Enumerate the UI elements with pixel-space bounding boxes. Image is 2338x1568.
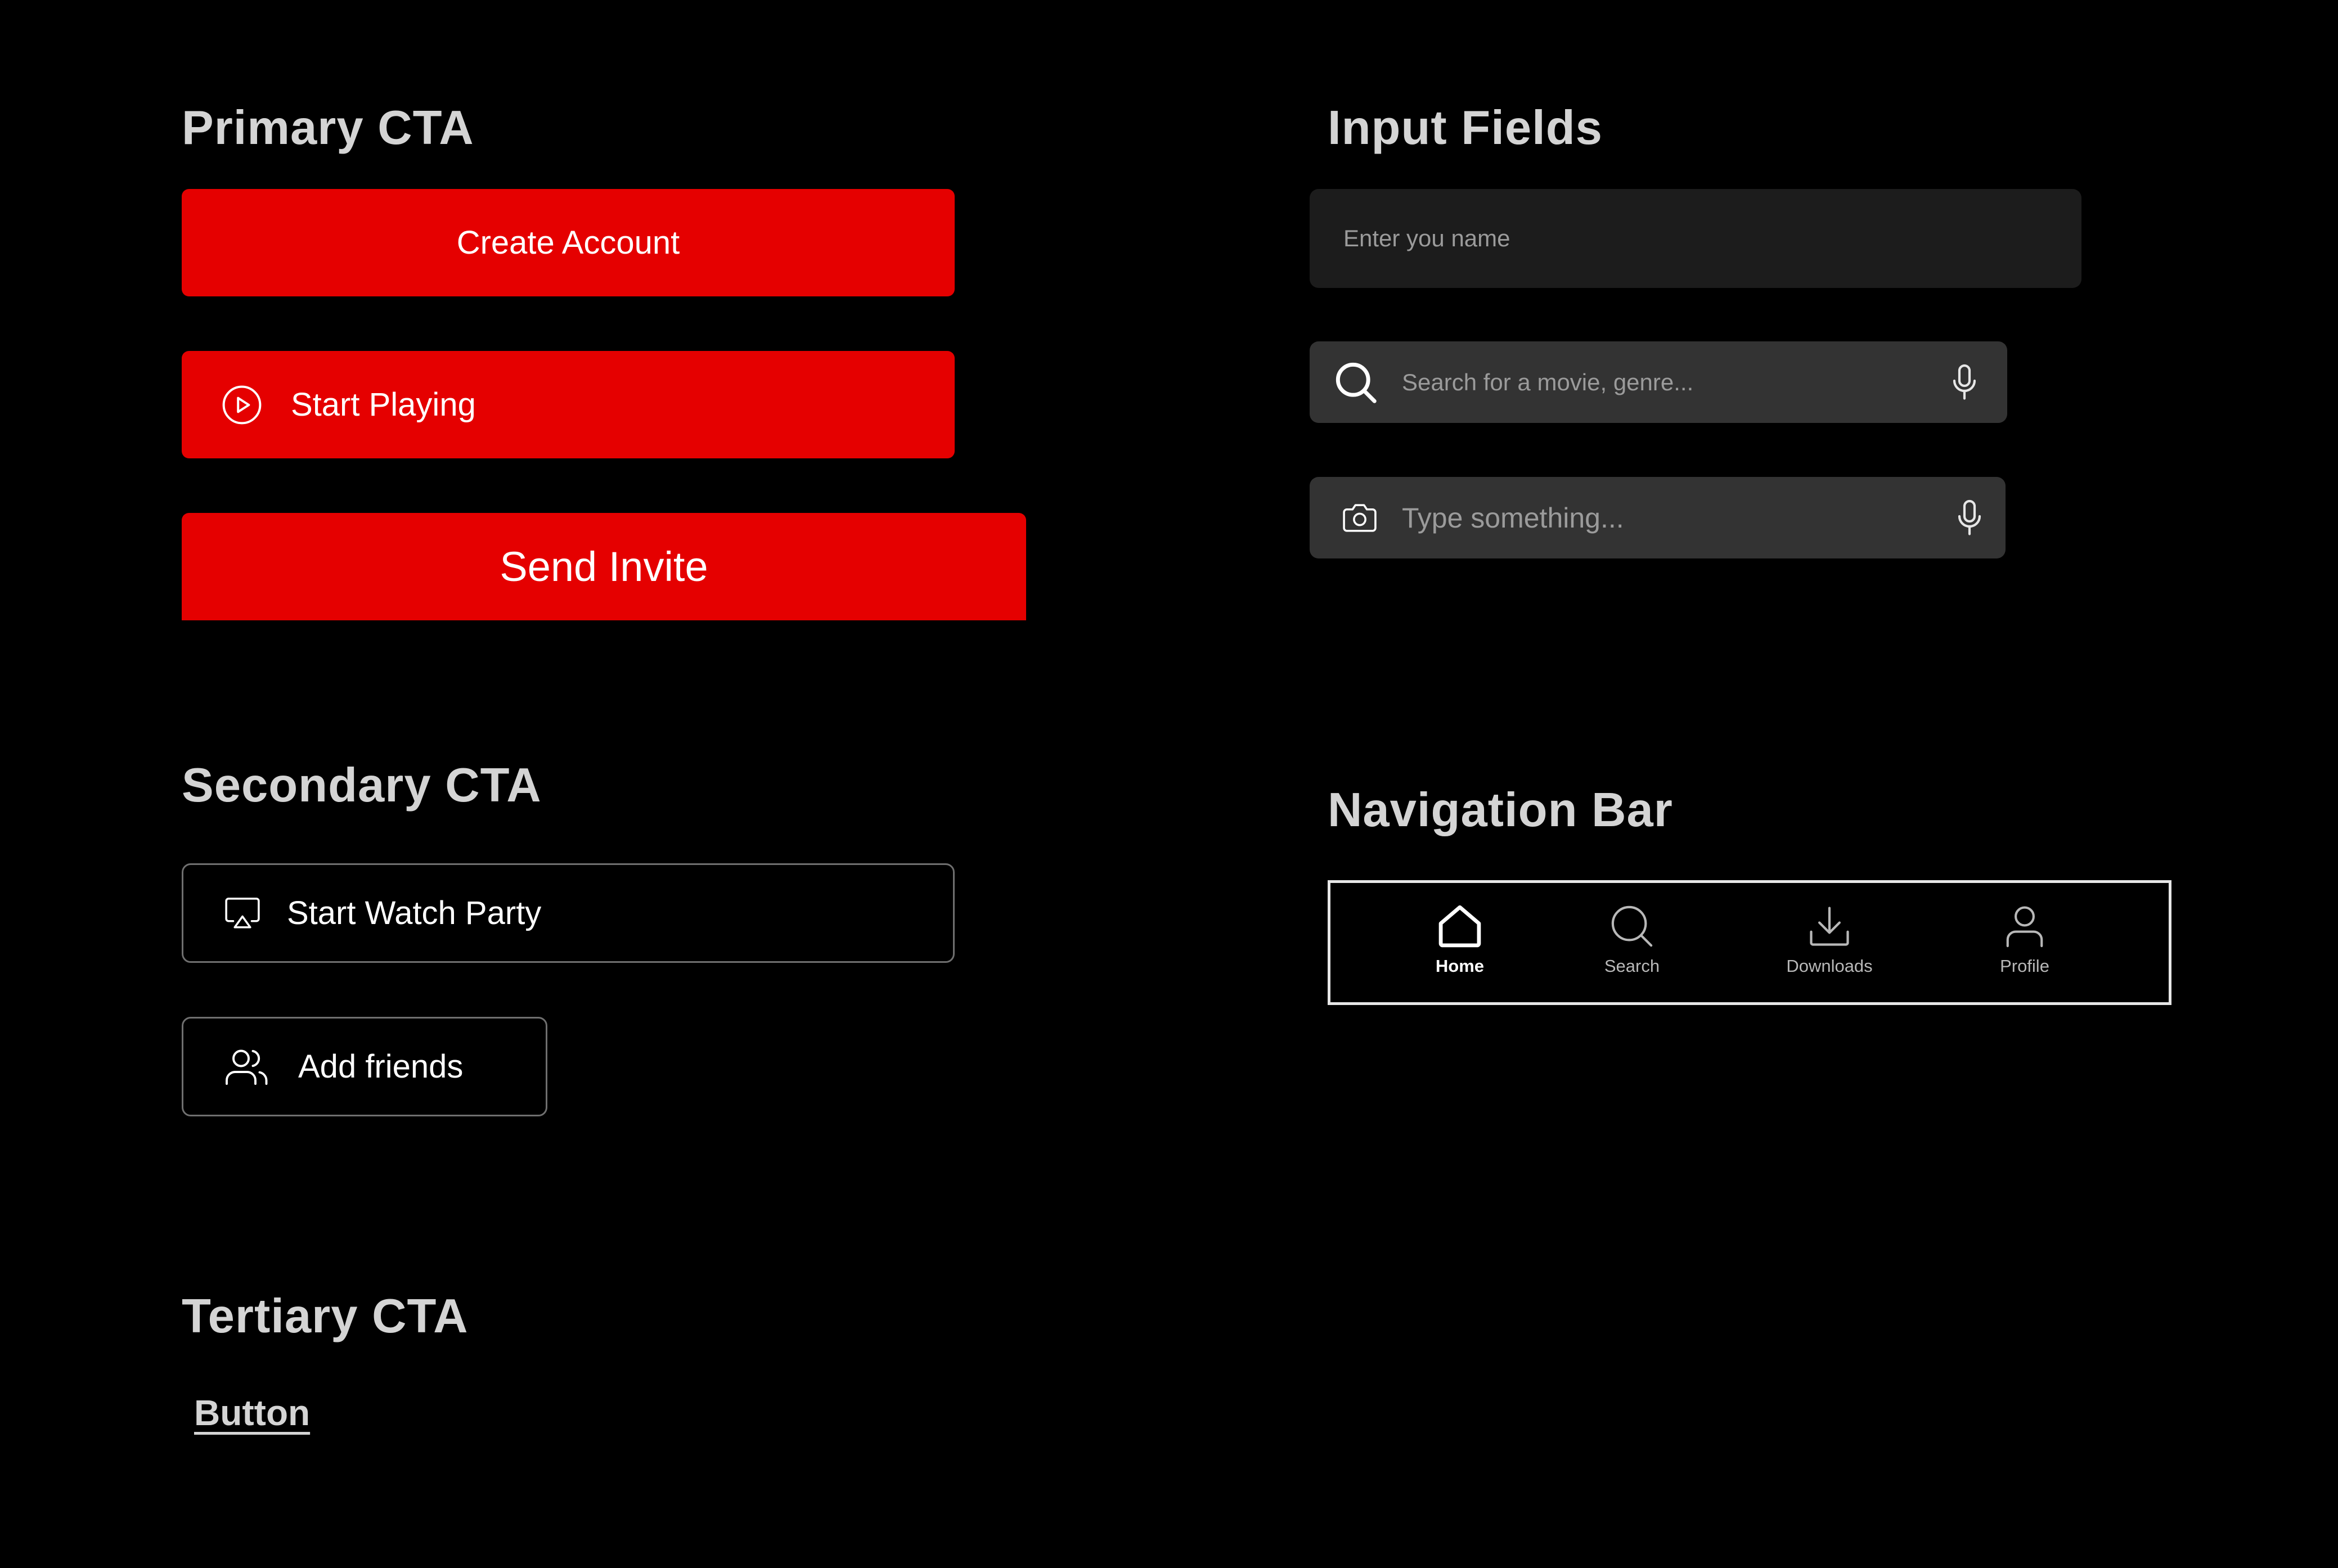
start-playing-label: Start Playing xyxy=(291,386,476,423)
add-friends-label: Add friends xyxy=(298,1048,464,1085)
search-icon xyxy=(1334,361,1377,404)
microphone-icon[interactable] xyxy=(1951,364,1978,401)
nav-label-profile: Profile xyxy=(2000,956,2049,976)
nav-item-home[interactable]: Home xyxy=(1418,904,1502,976)
cast-screen-icon xyxy=(224,896,261,931)
nav-label-home: Home xyxy=(1435,956,1485,976)
nav-label-downloads: Downloads xyxy=(1786,956,1873,976)
create-account-button[interactable]: Create Account xyxy=(182,189,955,296)
secondary-cta-title: Secondary CTA xyxy=(182,759,542,812)
camera-icon[interactable] xyxy=(1341,502,1378,534)
primary-cta-title: Primary CTA xyxy=(182,101,474,155)
nav-label-search: Search xyxy=(1604,956,1660,976)
home-icon xyxy=(1437,904,1483,948)
search-icon xyxy=(1609,904,1654,948)
type-field-placeholder: Type something... xyxy=(1402,502,1624,534)
nav-item-search[interactable]: Search xyxy=(1587,904,1677,976)
navigation-bar-title: Navigation Bar xyxy=(1328,783,1673,837)
download-icon xyxy=(1807,904,1852,948)
type-field[interactable]: Type something... xyxy=(1310,477,2006,558)
tertiary-cta-title: Tertiary CTA xyxy=(182,1290,469,1343)
users-icon xyxy=(224,1047,270,1087)
nav-item-downloads[interactable]: Downloads xyxy=(1782,904,1877,976)
name-field-placeholder: Enter you name xyxy=(1343,225,1510,251)
add-friends-button[interactable]: Add friends xyxy=(182,1017,547,1116)
navigation-bar: Home Search Downloads Profile xyxy=(1328,880,2171,1005)
play-circle-icon xyxy=(221,384,263,426)
nav-item-profile[interactable]: Profile xyxy=(1980,904,2070,976)
search-field-placeholder: Search for a movie, genre... xyxy=(1402,368,1694,395)
name-field[interactable]: Enter you name xyxy=(1310,189,2081,288)
user-icon xyxy=(2005,904,2044,948)
send-invite-label: Send Invite xyxy=(500,543,708,590)
input-fields-title: Input Fields xyxy=(1328,101,1603,155)
send-invite-button[interactable]: Send Invite xyxy=(182,513,1026,620)
start-watch-party-button[interactable]: Start Watch Party xyxy=(182,863,955,963)
tertiary-button[interactable]: Button xyxy=(194,1392,310,1434)
start-watch-party-label: Start Watch Party xyxy=(287,895,542,931)
start-playing-button[interactable]: Start Playing xyxy=(182,351,955,458)
create-account-label: Create Account xyxy=(456,224,680,261)
search-field[interactable]: Search for a movie, genre... xyxy=(1310,341,2007,423)
microphone-icon[interactable] xyxy=(1956,499,1983,537)
